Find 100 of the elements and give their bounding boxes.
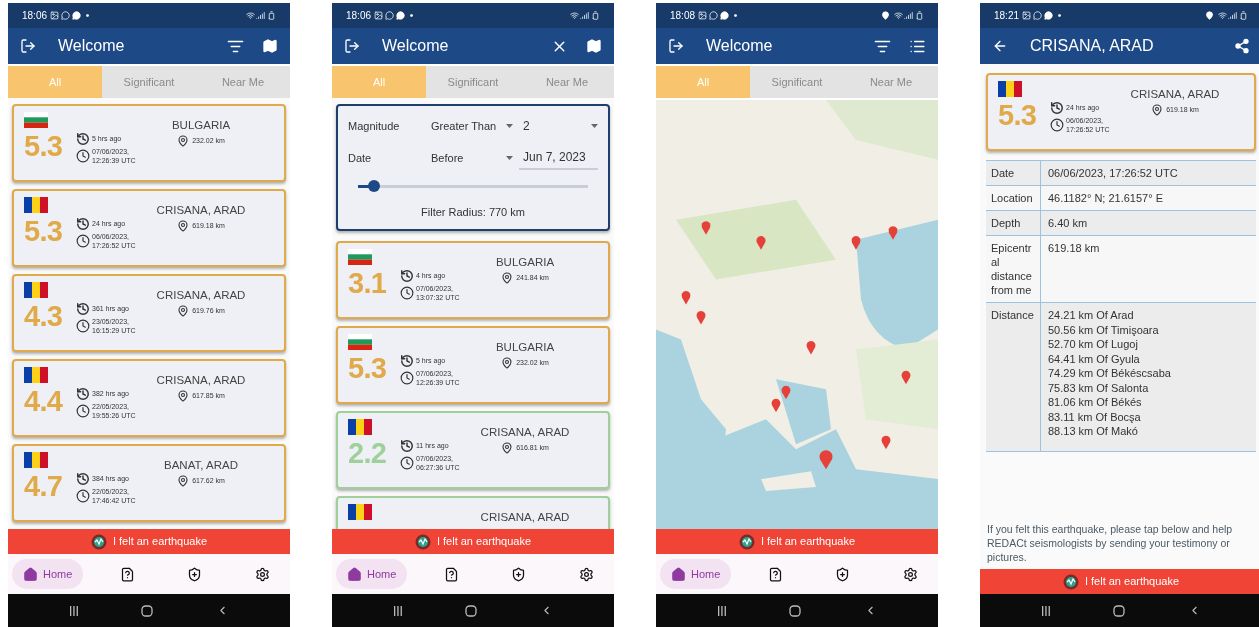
home-icon [347, 566, 362, 582]
recents-icon[interactable] [393, 605, 404, 616]
distance-line: 83.11 km Of Bocşa [1048, 409, 1142, 424]
region-name: CRISANA, ARAD [156, 288, 246, 303]
felt-earthquake-button[interactable]: I felt an earthquake [8, 529, 290, 554]
location-pin-icon [501, 442, 514, 455]
flag-icon [348, 249, 372, 265]
flag-icon [24, 452, 48, 468]
history-icon [1050, 101, 1064, 115]
location-pin-icon [1151, 104, 1164, 117]
distance-line: 64.41 km Of Gyula [1048, 351, 1141, 366]
region-name: BULGARIA [495, 340, 555, 355]
flag-icon [348, 419, 372, 435]
shield-icon [511, 566, 527, 582]
share-icon[interactable] [1234, 38, 1250, 54]
date-field[interactable]: Jun 7, 2023 [519, 146, 598, 170]
nav-item[interactable]: Home [660, 559, 732, 589]
clock-icon [76, 404, 90, 418]
map-icon[interactable] [586, 38, 602, 54]
back-icon[interactable] [992, 38, 1008, 54]
history-icon [400, 354, 414, 368]
dot-icon [734, 14, 738, 17]
earthquake-logo-icon [90, 533, 107, 550]
distance-line: 74.29 km Of Békéscsaba [1048, 366, 1172, 381]
app-title: Welcome [382, 36, 449, 56]
recents-icon[interactable] [717, 605, 728, 616]
recents-icon[interactable] [69, 605, 80, 616]
home-button-icon[interactable] [1113, 604, 1126, 617]
dot-icon [410, 14, 414, 17]
history-icon [76, 387, 90, 401]
earthquake-logo-icon [738, 533, 755, 550]
settings-icon [579, 566, 594, 582]
app-title: CRISANA, ARAD [1030, 36, 1154, 56]
nav-item[interactable]: Home [336, 559, 408, 589]
wifi-icon [1218, 11, 1227, 20]
shield-icon [187, 566, 203, 582]
battery-icon [915, 11, 924, 20]
shield-icon [835, 566, 851, 582]
settings-icon [255, 566, 270, 582]
wifi-icon [894, 11, 903, 20]
slider-thumb[interactable] [368, 180, 381, 192]
felt-earthquake-button[interactable]: I felt an earthquake [332, 529, 614, 554]
magnitude: 5.3 [24, 217, 64, 246]
clock-icon [400, 371, 414, 385]
magnitude: 4.4 [24, 387, 64, 416]
history-icon [76, 132, 90, 146]
detail-value: 619.18 km [1047, 241, 1101, 256]
help-icon [767, 566, 783, 582]
history-icon [76, 472, 90, 486]
signal-icon [256, 11, 265, 20]
logout-icon[interactable] [344, 38, 360, 54]
signal-icon [580, 11, 589, 20]
radius-slider[interactable] [358, 180, 588, 192]
status-time: 18:21 [994, 9, 1020, 23]
clock-icon [1050, 118, 1064, 132]
status-time: 18:06 [22, 9, 48, 23]
status-time: 18:08 [670, 9, 696, 23]
gallery-icon [50, 11, 60, 20]
magnitude-dropdown[interactable]: 2 [519, 117, 598, 135]
flag-icon [24, 282, 48, 298]
flag-icon [24, 367, 48, 383]
recents-icon[interactable] [1041, 605, 1052, 616]
history-icon [76, 302, 90, 316]
location-pin-icon [501, 357, 514, 370]
location-pin-icon [177, 135, 190, 148]
history-icon [400, 439, 414, 453]
app-title: Welcome [706, 36, 773, 56]
signal-icon [904, 11, 913, 20]
felt-earthquake-button[interactable]: I felt an earthquake [980, 569, 1259, 594]
operator-dropdown[interactable]: Greater Than [431, 117, 519, 135]
operator-dropdown[interactable]: Before [431, 149, 519, 167]
distance-line: 24.21 km Of Arad [1048, 308, 1135, 323]
status-time: 18:06 [346, 9, 372, 23]
flag-icon [348, 334, 372, 350]
magnitude: 5.3 [24, 132, 64, 161]
flag-icon [24, 197, 48, 213]
home-button-icon[interactable] [141, 604, 154, 617]
home-button-icon[interactable] [465, 604, 478, 617]
location-pin-icon [501, 272, 514, 285]
field-label: Date [348, 150, 373, 166]
felt-earthquake-button[interactable]: I felt an earthquake [656, 529, 938, 554]
home-button-icon[interactable] [789, 604, 802, 617]
logout-icon[interactable] [668, 38, 684, 54]
help-icon [443, 566, 459, 582]
region-name: CRISANA, ARAD [480, 425, 570, 440]
logout-icon[interactable] [20, 38, 36, 54]
location-pin-icon [177, 475, 190, 488]
wifi-icon [570, 11, 579, 20]
region-name: CRISANA, ARAD [1130, 87, 1220, 102]
map-icon[interactable] [262, 38, 278, 54]
testimony-note: If you felt this earthquake, please tap below and help REDACt seismologists by sending your testimony or pictures. [986, 522, 1234, 564]
nav-item[interactable]: Home [12, 559, 84, 589]
magnitude: 4.7 [24, 472, 64, 501]
help-icon [119, 566, 135, 582]
event-card[interactable]: CRISANA, ARAD [336, 496, 610, 529]
location-pin-icon [177, 220, 190, 233]
magnitude: 5.3 [348, 354, 388, 383]
home-icon [23, 566, 38, 582]
detail-value: 6.40 km [1047, 216, 1089, 231]
region-name: CRISANA, ARAD [480, 510, 570, 525]
